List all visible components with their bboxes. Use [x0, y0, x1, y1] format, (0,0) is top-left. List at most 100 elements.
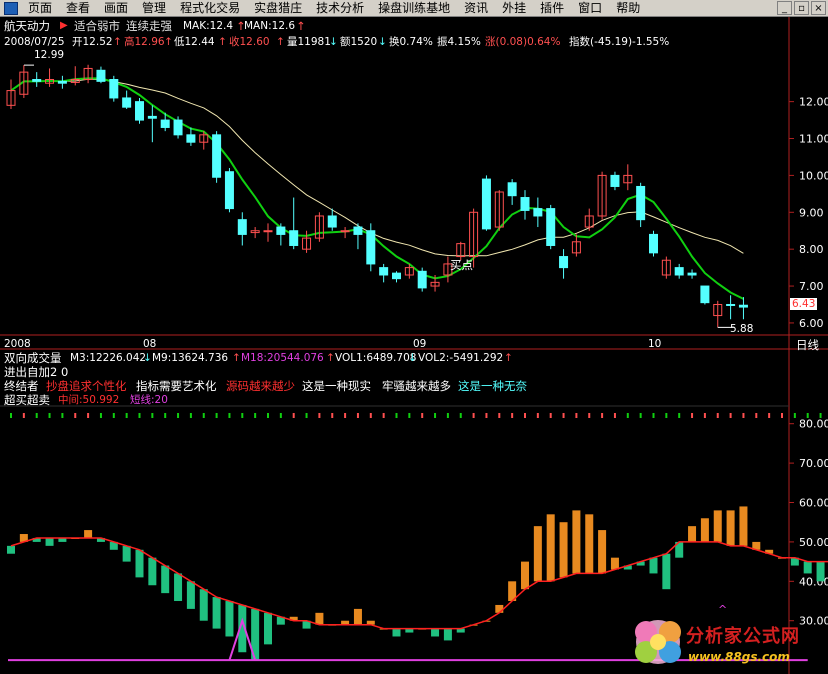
signal-dot	[665, 413, 668, 418]
signal-dot	[511, 413, 514, 418]
menu-item-help[interactable]: 帮助	[609, 0, 647, 17]
candle-body	[726, 303, 736, 306]
osc-bar	[533, 526, 542, 582]
menu-item-addon[interactable]: 外挂	[495, 0, 533, 17]
signal-dot	[395, 413, 398, 418]
signal-dot	[35, 413, 38, 418]
signal-dot	[48, 413, 51, 418]
ma-k-value: MAK:12.4	[183, 20, 234, 32]
candle-body	[340, 230, 350, 233]
price-tick-label: 10.00	[799, 169, 828, 182]
quote-turnover: 换0.74%	[389, 36, 433, 48]
candle-body	[379, 267, 389, 276]
oscillator-short-value: 短线:20	[130, 394, 168, 406]
candle-body	[109, 79, 119, 99]
up-arrow-icon: ↑	[326, 352, 335, 364]
restore-button[interactable]: ▫	[794, 1, 809, 15]
x-label-09: 09	[413, 338, 427, 350]
menu-item-window[interactable]: 窗口	[571, 0, 609, 17]
osc-bar	[148, 557, 157, 586]
price-tick-label: 7.00	[799, 280, 824, 293]
signal-dot	[254, 413, 257, 418]
up-arrow-icon: ↑	[164, 36, 173, 48]
osc-bar	[315, 612, 324, 625]
ma-long-line	[10, 78, 744, 257]
menu-item-manage[interactable]: 管理	[135, 0, 173, 17]
up-arrow-icon: ↑	[218, 36, 227, 48]
quote-volume: 量11981	[287, 36, 331, 48]
signal-dot	[369, 413, 372, 418]
osc-bar	[572, 510, 581, 574]
signal-dot	[472, 413, 475, 418]
signal-dot	[228, 413, 231, 418]
menu-item-page[interactable]: 页面	[21, 0, 59, 17]
menu-item-view[interactable]: 查看	[59, 0, 97, 17]
osc-bar	[713, 510, 722, 542]
quote-amplitude: 振4.15%	[437, 36, 481, 48]
menu-item-screen[interactable]: 画面	[97, 0, 135, 17]
osc-bar	[392, 628, 401, 637]
period-label: 日线	[796, 338, 819, 352]
menu-item-news[interactable]: 资讯	[457, 0, 495, 17]
signal-dot	[22, 413, 25, 418]
osc-bar	[431, 628, 440, 637]
close-button[interactable]: ×	[811, 1, 826, 15]
signal-dot	[781, 413, 783, 418]
down-arrow-icon: ↓	[329, 36, 338, 48]
candle-body	[520, 197, 530, 211]
candle-body	[674, 267, 684, 276]
candle-body	[147, 115, 157, 119]
osc-bar	[521, 561, 529, 590]
down-arrow-icon: ↓	[408, 352, 417, 364]
candle-body	[122, 97, 132, 108]
vol-indicator-name: 双向成交量	[4, 351, 62, 365]
signal-dot	[125, 413, 128, 418]
buy-signal-label: 买点	[450, 258, 473, 272]
osc-bar	[495, 604, 504, 613]
signal-dot	[356, 413, 359, 418]
osc-bar	[186, 581, 195, 609]
up-arrow-icon: ↑	[296, 19, 306, 33]
signal-dot	[716, 413, 719, 418]
signal-dot	[613, 413, 616, 418]
signal-dot	[536, 413, 539, 418]
signal-dot	[382, 413, 385, 418]
signal-dot	[279, 413, 282, 418]
up-arrow-icon: ↑	[232, 352, 241, 364]
minimize-button[interactable]: _	[777, 1, 792, 15]
signal-dot	[639, 413, 642, 418]
down-arrow-icon: ↓	[378, 36, 387, 48]
menu-item-plugin[interactable]: 插件	[533, 0, 571, 17]
signal-dot	[177, 413, 180, 418]
osc-bar	[161, 565, 170, 594]
signal-dot	[626, 413, 629, 418]
menu-item-technical-analysis[interactable]: 技术分析	[309, 0, 371, 17]
osc-bar	[443, 628, 452, 641]
signal-dot	[189, 413, 192, 418]
signal-dot	[331, 413, 334, 418]
signal-dot	[241, 413, 244, 418]
signal-dot	[305, 413, 308, 418]
menu-item-programmatic-trading[interactable]: 程式化交易	[173, 0, 247, 17]
osc-bar	[559, 522, 568, 578]
candle-body	[212, 134, 222, 178]
osc-bar	[84, 530, 93, 538]
signal-dot	[485, 413, 488, 418]
auto-add-row: 进出自加2 0	[4, 365, 69, 379]
osc-bar	[649, 557, 658, 574]
vol-vol2: VOL2:-5491.292	[418, 352, 504, 364]
osc-bar	[174, 573, 183, 602]
menu-item-training[interactable]: 操盘训练基地	[371, 0, 457, 17]
slogan-3: 源码越来越少	[226, 379, 295, 393]
quote-change: 涨(0.08)0.64%	[485, 36, 561, 48]
slogan-2: 指标需要艺术化	[136, 379, 217, 393]
menu-item-hunt-dealer[interactable]: 实盘猎庄	[247, 0, 309, 17]
candle-body	[559, 256, 569, 269]
candle-body	[276, 226, 286, 235]
signal-dot	[74, 413, 77, 418]
candle-body	[289, 230, 299, 246]
x-label-08: 08	[143, 338, 157, 350]
signal-dot	[164, 413, 167, 418]
candle-body	[186, 134, 196, 143]
osc-tick-label: 50.00	[799, 536, 828, 549]
